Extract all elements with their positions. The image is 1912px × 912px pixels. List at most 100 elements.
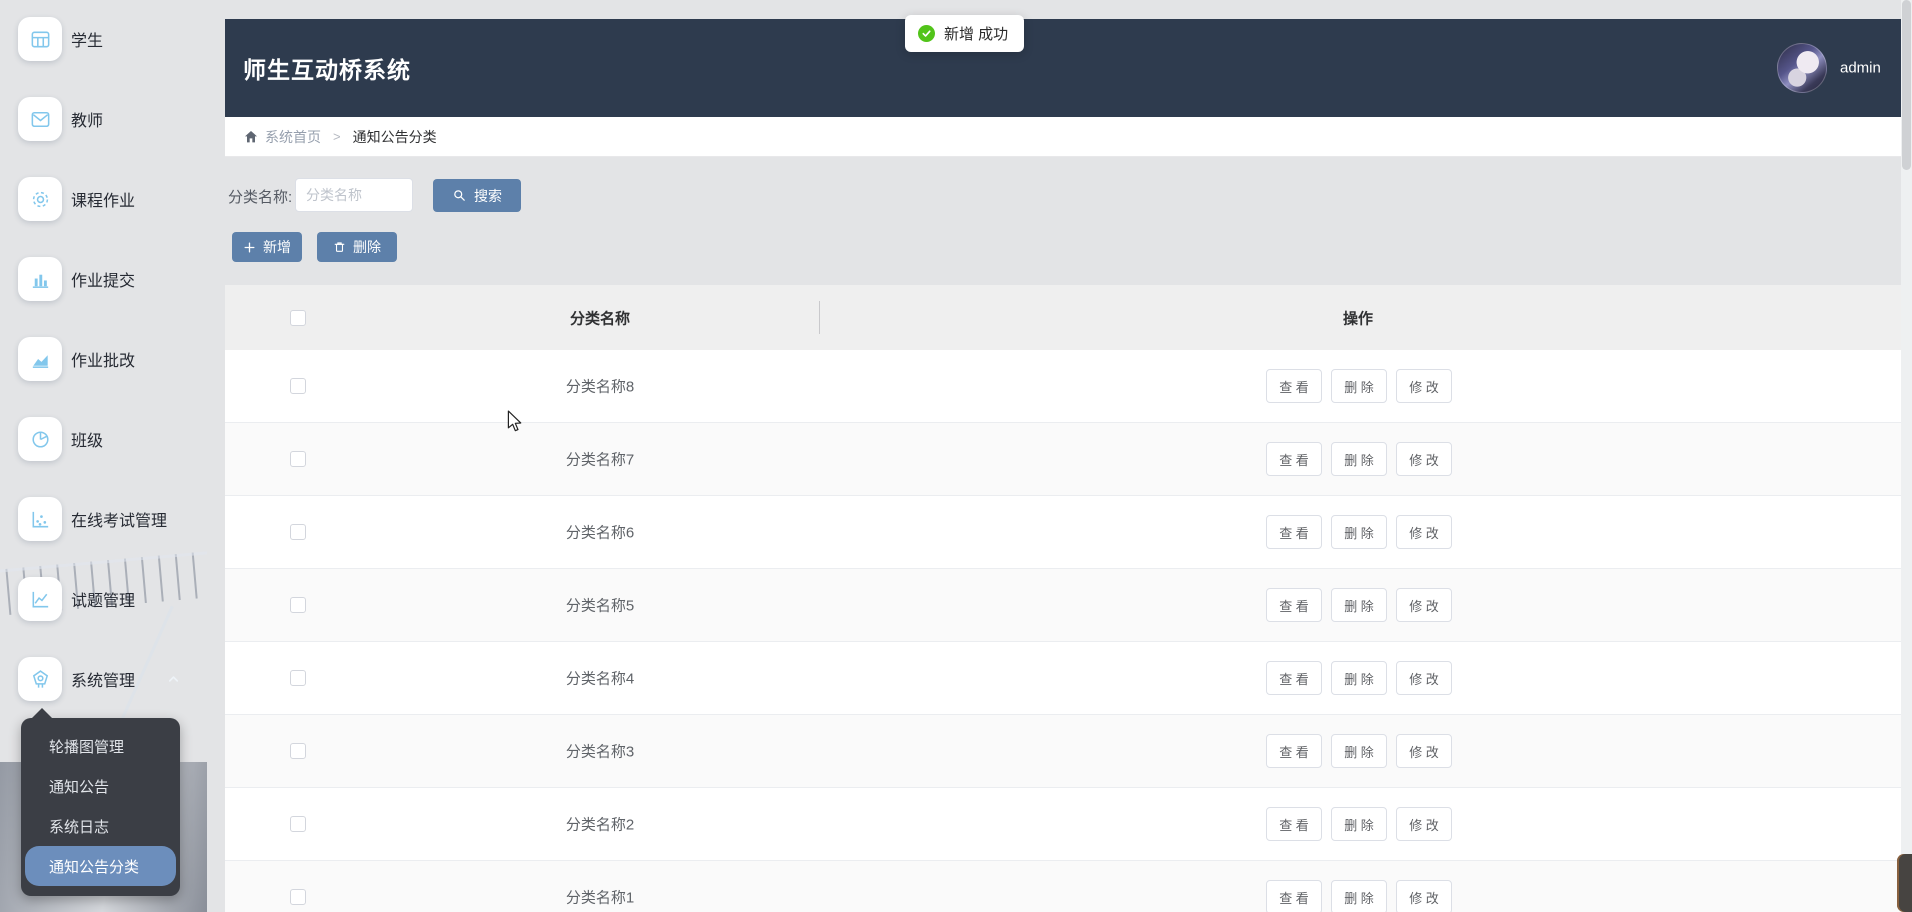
table-row: 分类名称6 查 看删 除修 改 [225, 496, 1901, 569]
sidebar-item-6[interactable]: 在线考试管理 [0, 489, 207, 549]
scatter-chart-icon [18, 497, 62, 541]
submenu-item-0[interactable]: 轮播图管理 [25, 726, 176, 766]
pie-chart-icon [18, 417, 62, 461]
vertical-scrollbar[interactable] [1901, 0, 1912, 912]
sidebar-item-0[interactable]: 学生 [0, 9, 207, 69]
corner-overlay-widget[interactable] [1897, 854, 1912, 912]
view-button[interactable]: 查 看 [1266, 807, 1322, 841]
sidebar-item-5[interactable]: 班级 [0, 409, 207, 469]
delete-button[interactable]: 删除 [317, 232, 397, 262]
sidebar-item-8[interactable]: 系统管理 [0, 649, 207, 709]
row-delete-button[interactable]: 删 除 [1331, 369, 1387, 403]
table-row: 分类名称7 查 看删 除修 改 [225, 423, 1901, 496]
add-button-label: 新增 [263, 239, 291, 255]
row-category-name: 分类名称5 [565, 597, 635, 615]
sidebar-item-label: 学生 [71, 33, 104, 50]
breadcrumb: 系统首页 > 通知公告分类 [225, 117, 1901, 157]
edit-button[interactable]: 修 改 [1396, 588, 1452, 622]
row-category-name: 分类名称8 [565, 378, 635, 396]
row-delete-button[interactable]: 删 除 [1331, 661, 1387, 695]
row-checkbox[interactable] [290, 816, 306, 832]
area-chart-icon [18, 337, 62, 381]
edit-button[interactable]: 修 改 [1396, 442, 1452, 476]
badge-icon [18, 657, 62, 701]
scrollbar-thumb[interactable] [1902, 0, 1911, 170]
submenu-item-1[interactable]: 通知公告 [25, 766, 176, 806]
row-checkbox[interactable] [290, 670, 306, 686]
row-category-name: 分类名称2 [565, 816, 635, 834]
breadcrumb-current: 通知公告分类 [352, 128, 437, 145]
view-button[interactable]: 查 看 [1266, 734, 1322, 768]
table-header-row: 分类名称 操作 [225, 285, 1901, 350]
sidebar: 学生 教师 课程作业 作业提交 作业批改 班级 在线考试管理 试题管理 系统管理 轮播图管理 通知… [0, 0, 207, 912]
table-row: 分类名称2 查 看删 除修 改 [225, 788, 1901, 861]
row-delete-button[interactable]: 删 除 [1331, 734, 1387, 768]
sidebar-item-7[interactable]: 试题管理 [0, 569, 207, 629]
home-icon [243, 129, 259, 145]
sidebar-item-label: 系统管理 [71, 673, 136, 690]
success-check-icon [918, 25, 935, 42]
row-category-name: 分类名称3 [565, 743, 635, 761]
delete-button-label: 删除 [353, 239, 381, 255]
row-checkbox[interactable] [290, 889, 306, 905]
select-all-checkbox[interactable] [290, 309, 306, 326]
submenu-item-2[interactable]: 系统日志 [25, 806, 176, 846]
search-button-label: 搜索 [474, 187, 502, 204]
line-chart-icon [18, 577, 62, 621]
row-checkbox[interactable] [290, 378, 306, 394]
table-row: 分类名称8 查 看删 除修 改 [225, 350, 1901, 423]
row-checkbox[interactable] [290, 524, 306, 540]
search-icon [452, 188, 467, 203]
app-header: 师生互动桥系统 admin [225, 19, 1901, 117]
view-button[interactable]: 查 看 [1266, 880, 1322, 912]
edit-button[interactable]: 修 改 [1396, 661, 1452, 695]
avatar[interactable] [1777, 43, 1827, 93]
category-name-input[interactable] [295, 178, 413, 212]
row-checkbox[interactable] [290, 743, 306, 759]
category-name-label: 分类名称: [228, 189, 293, 206]
row-delete-button[interactable]: 删 除 [1331, 588, 1387, 622]
sidebar-item-label: 作业提交 [71, 273, 136, 290]
row-delete-button[interactable]: 删 除 [1331, 515, 1387, 549]
grid-icon [18, 17, 62, 61]
row-checkbox[interactable] [290, 451, 306, 467]
search-button[interactable]: 搜索 [433, 179, 521, 212]
row-checkbox[interactable] [290, 597, 306, 613]
edit-button[interactable]: 修 改 [1396, 515, 1452, 549]
sidebar-item-2[interactable]: 课程作业 [0, 169, 207, 229]
edit-button[interactable]: 修 改 [1396, 369, 1452, 403]
view-button[interactable]: 查 看 [1266, 442, 1322, 476]
bar-chart-icon [18, 257, 62, 301]
sidebar-item-label: 课程作业 [71, 193, 136, 210]
edit-button[interactable]: 修 改 [1396, 734, 1452, 768]
view-button[interactable]: 查 看 [1266, 588, 1322, 622]
table-row: 分类名称5 查 看删 除修 改 [225, 569, 1901, 642]
edit-button[interactable]: 修 改 [1396, 807, 1452, 841]
edit-button[interactable]: 修 改 [1396, 880, 1452, 912]
view-button[interactable]: 查 看 [1266, 661, 1322, 695]
row-category-name: 分类名称4 [565, 670, 635, 688]
row-category-name: 分类名称7 [565, 451, 635, 469]
mail-icon [18, 97, 62, 141]
username-label[interactable]: admin [1840, 60, 1881, 77]
sidebar-item-1[interactable]: 教师 [0, 89, 207, 149]
sidebar-item-label: 在线考试管理 [71, 513, 168, 530]
sidebar-item-3[interactable]: 作业提交 [0, 249, 207, 309]
column-header-actions: 操作 [1342, 310, 1373, 327]
row-category-name: 分类名称1 [565, 889, 635, 907]
row-delete-button[interactable]: 删 除 [1331, 807, 1387, 841]
gear-icon [18, 177, 62, 221]
submenu-item-3-active[interactable]: 通知公告分类 [25, 846, 176, 886]
sidebar-item-label: 教师 [71, 113, 104, 130]
row-delete-button[interactable]: 删 除 [1331, 880, 1387, 912]
system-management-submenu: 轮播图管理 通知公告 系统日志 通知公告分类 [21, 708, 180, 896]
view-button[interactable]: 查 看 [1266, 515, 1322, 549]
add-button[interactable]: 新增 [232, 232, 302, 262]
row-category-name: 分类名称6 [565, 524, 635, 542]
page-title: 师生互动桥系统 [243, 57, 411, 83]
sidebar-item-label: 作业批改 [71, 353, 136, 370]
sidebar-item-4[interactable]: 作业批改 [0, 329, 207, 389]
breadcrumb-home-link[interactable]: 系统首页 [265, 127, 321, 147]
view-button[interactable]: 查 看 [1266, 369, 1322, 403]
row-delete-button[interactable]: 删 除 [1331, 442, 1387, 476]
